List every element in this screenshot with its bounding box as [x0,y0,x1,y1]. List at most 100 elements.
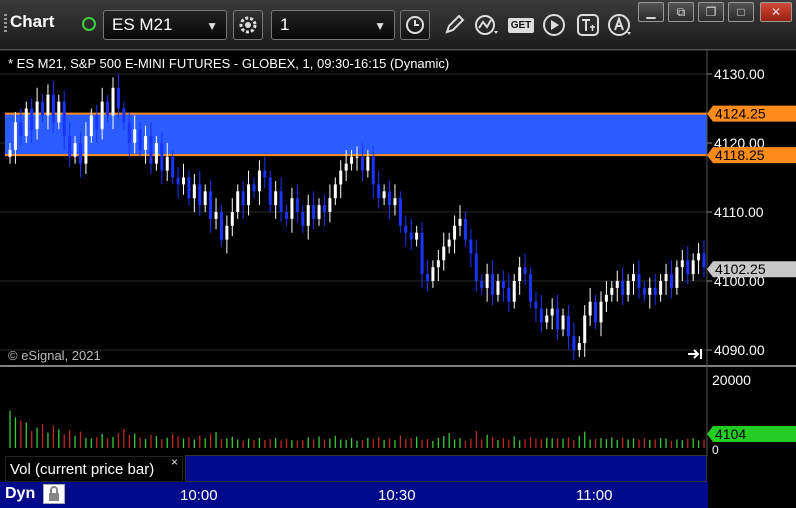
draw-button[interactable] [440,12,468,38]
candle-body [133,129,137,143]
text-tool-button[interactable] [573,12,603,38]
candle-body [279,191,283,212]
chevron-down-icon[interactable]: ▼ [374,19,386,33]
candle-body [8,149,12,157]
upper-price-tag: 4124.25 [715,106,766,122]
lock-button[interactable] [43,484,65,504]
candle-body [198,184,202,206]
candle-body [333,184,337,199]
candle-body [550,308,554,316]
get-button[interactable]: GET [505,12,537,38]
candle-body [290,198,294,219]
candle-body [209,191,213,219]
candle-body [615,281,619,288]
candle-body [436,260,440,268]
candle-body [263,170,267,178]
alert-icon [608,14,631,36]
connection-status-icon [82,17,96,31]
study-strip [185,455,707,482]
watermark: © eSignal, 2021 [8,348,101,363]
interval-value: 1 [280,15,290,34]
alert-button[interactable] [606,12,634,38]
candle-body [68,136,72,157]
candle-body [41,101,45,116]
candle-body [328,198,332,212]
candle-body [24,108,28,137]
last-volume-tag: 4104 [715,426,746,442]
candle-body [632,274,636,281]
drag-grip[interactable] [4,14,7,34]
link-button[interactable]: ⧉ [668,2,694,22]
interval-combo[interactable]: 1 ▼ [271,10,395,40]
candle-body [626,281,630,295]
settings-button[interactable] [233,10,263,40]
restore-button[interactable]: ❐ [698,2,724,22]
candle-body [322,205,326,212]
candle-body [106,101,110,116]
candle-body [371,156,375,185]
replay-button[interactable] [540,12,568,38]
candle-body [474,253,478,281]
candle-body [431,267,435,281]
candle-body [252,184,256,192]
close-icon: ✕ [770,5,782,19]
candle-body [664,274,668,281]
candle-body [507,287,511,302]
candle-body [366,156,370,171]
candle-body [442,246,446,261]
candle-body [529,274,532,302]
candle-body [62,101,66,137]
last-price-tag: 4102.25 [715,261,766,277]
time-template-button[interactable] [400,10,430,40]
candle-body [539,308,543,323]
candle-body [149,136,153,164]
price-chart[interactable]: 4130.004120.004110.004100.004090.00 4124… [0,50,796,456]
minimize-button[interactable]: ▁ [638,2,664,22]
candle-body [409,232,413,240]
candle-body [404,225,408,233]
candle-body [225,225,229,240]
candle-body [420,232,424,275]
candle-body [393,198,397,206]
close-study-icon[interactable]: × [171,455,178,469]
candle-body [236,191,240,212]
close-button[interactable]: ✕ [760,2,792,22]
price-axis-label: 4110.00 [714,204,764,220]
chevron-down-icon[interactable]: ▼ [206,19,218,33]
candle-body [702,253,706,268]
link-icon: ⧉ [676,4,686,19]
play-icon [543,14,565,36]
candle-body [447,239,451,247]
candle-body [583,315,587,344]
candle-body [203,191,207,206]
studies-button[interactable] [472,12,502,38]
candle-body [78,143,82,164]
candle-body [127,122,131,143]
candle-body [523,267,527,275]
dynamic-mode-label[interactable]: Dyn [5,485,35,503]
candle-body [604,294,608,302]
window-title: Chart [10,12,55,31]
candle-body [496,281,500,295]
band-fill [5,113,707,156]
candle-body [192,184,196,199]
candle-body [382,191,386,199]
candle-body [577,343,581,350]
candle-body [187,177,191,199]
corner-box [708,456,796,508]
candle-body [588,301,592,316]
candle-body [398,198,402,226]
candle-body [463,218,467,240]
volume-study-label-box[interactable]: Vol (current price bar) [5,456,183,482]
candle-body [512,281,516,302]
candle-body [30,108,34,130]
candle-body [73,143,77,157]
candle-body [610,287,614,295]
time-label: 10:00 [180,487,218,504]
candle-body [501,281,505,288]
candle-body [165,156,169,171]
candle-body [556,308,560,330]
symbol-combo[interactable]: ES M21 ▼ [103,10,227,40]
candle-body [171,156,175,178]
maximize-button[interactable]: □ [728,2,754,22]
